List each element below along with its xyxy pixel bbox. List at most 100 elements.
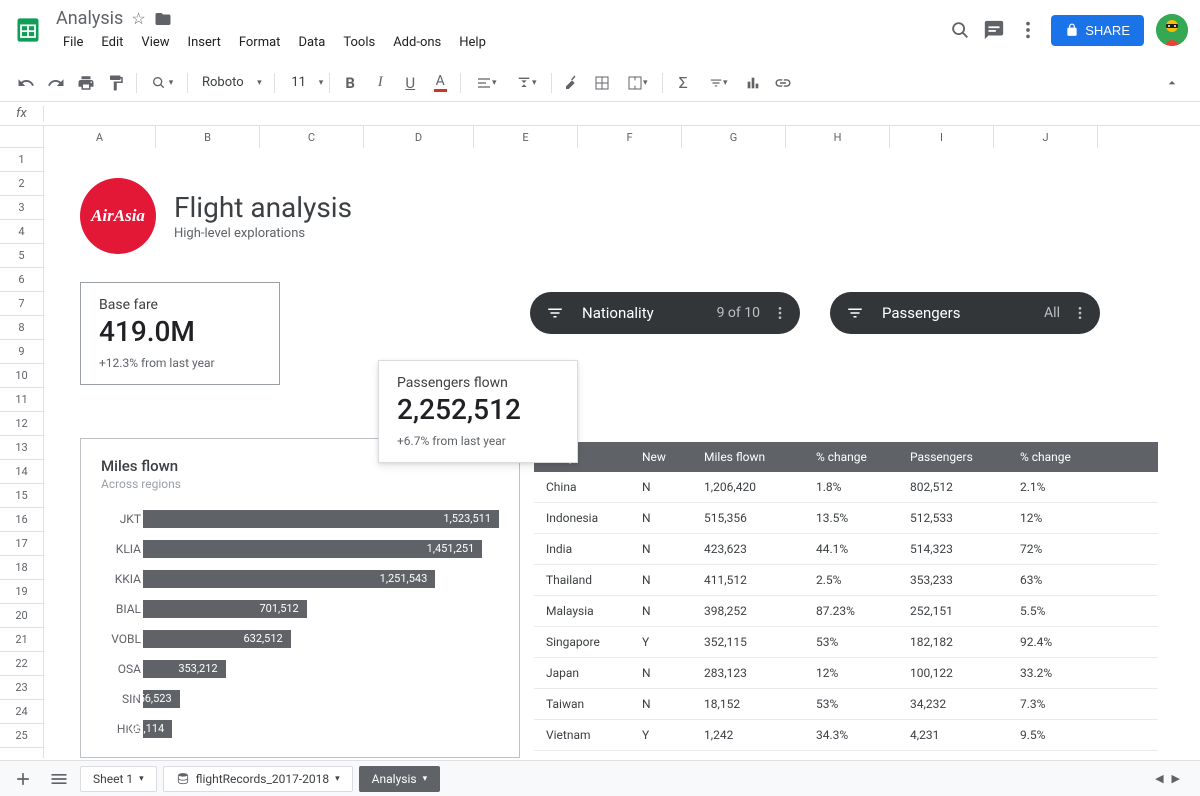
row-header-20[interactable]: 20 bbox=[0, 604, 43, 628]
bar-row: HKG125,114 bbox=[101, 715, 499, 742]
paint-format-button[interactable] bbox=[102, 69, 130, 97]
menu-edit[interactable]: Edit bbox=[94, 31, 130, 54]
valign-button[interactable]: ▾ bbox=[507, 69, 545, 97]
scroll-right-icon[interactable]: ▶ bbox=[1172, 772, 1180, 785]
italic-button[interactable]: I bbox=[366, 69, 394, 97]
row-header-2[interactable]: 2 bbox=[0, 172, 43, 196]
menu-help[interactable]: Help bbox=[452, 31, 493, 54]
sheets-logo[interactable] bbox=[8, 10, 48, 50]
underline-button[interactable]: U bbox=[396, 69, 424, 97]
row-header-25[interactable]: 25 bbox=[0, 724, 43, 748]
redo-button[interactable] bbox=[42, 69, 70, 97]
sheet-tab-analysis[interactable]: Analysis▾ bbox=[359, 766, 440, 792]
chart-subtitle: Across regions bbox=[101, 477, 499, 491]
bar-row: JKT1,523,511 bbox=[101, 505, 499, 532]
row-header-3[interactable]: 3 bbox=[0, 196, 43, 220]
row-header-6[interactable]: 6 bbox=[0, 268, 43, 292]
search-icon[interactable] bbox=[949, 19, 971, 41]
row-header-18[interactable]: 18 bbox=[0, 556, 43, 580]
row-header-19[interactable]: 19 bbox=[0, 580, 43, 604]
sheet-tab-datasource[interactable]: flightRecords_2017-2018▾ bbox=[163, 766, 353, 792]
undo-button[interactable] bbox=[12, 69, 40, 97]
row-header-17[interactable]: 17 bbox=[0, 532, 43, 556]
add-sheet-button[interactable] bbox=[8, 764, 38, 794]
row-header-23[interactable]: 23 bbox=[0, 676, 43, 700]
share-button[interactable]: SHARE bbox=[1051, 15, 1144, 46]
row-header-14[interactable]: 14 bbox=[0, 460, 43, 484]
row-header-21[interactable]: 21 bbox=[0, 628, 43, 652]
bar-row: KKIA1,251,543 bbox=[101, 565, 499, 592]
fill-color-button[interactable] bbox=[558, 69, 586, 97]
star-icon[interactable]: ☆ bbox=[131, 9, 145, 28]
chart-button[interactable] bbox=[739, 69, 767, 97]
all-sheets-button[interactable] bbox=[44, 764, 74, 794]
row-header-1[interactable]: 1 bbox=[0, 148, 43, 172]
more-icon[interactable] bbox=[772, 305, 788, 321]
row-header-9[interactable]: 9 bbox=[0, 340, 43, 364]
more-icon[interactable] bbox=[1017, 19, 1039, 41]
menu-add-ons[interactable]: Add-ons bbox=[386, 31, 448, 54]
bar-row: BIAL701,512 bbox=[101, 595, 499, 622]
align-button[interactable]: ▾ bbox=[467, 69, 505, 97]
row-header-10[interactable]: 10 bbox=[0, 364, 43, 388]
comment-icon[interactable] bbox=[983, 19, 1005, 41]
table-row: IndonesiaN515,35613.5%512,53312% bbox=[534, 503, 1158, 534]
menu-view[interactable]: View bbox=[134, 31, 176, 54]
row-header-13[interactable]: 13 bbox=[0, 436, 43, 460]
table-cell: 92.4% bbox=[1020, 635, 1110, 649]
functions-button[interactable]: Σ bbox=[669, 69, 697, 97]
zoom-dropdown[interactable]: ▾ bbox=[143, 69, 181, 97]
row-header-5[interactable]: 5 bbox=[0, 244, 43, 268]
avatar[interactable] bbox=[1156, 14, 1188, 46]
kpi-passengers-flown[interactable]: Passengers flown 2,252,512 +6.7% from la… bbox=[378, 360, 578, 463]
row-header-7[interactable]: 7 bbox=[0, 292, 43, 316]
text-color-button[interactable]: A bbox=[426, 69, 454, 97]
table-cell: Indonesia bbox=[534, 511, 642, 525]
select-all-corner[interactable] bbox=[0, 126, 44, 148]
font-size-input[interactable]: 11 bbox=[281, 75, 317, 90]
nationality-table: nalityNewMiles flown% changePassengers% … bbox=[534, 442, 1158, 751]
borders-button[interactable] bbox=[588, 69, 616, 97]
menu-tools[interactable]: Tools bbox=[336, 31, 382, 54]
row-header-4[interactable]: 4 bbox=[0, 220, 43, 244]
table-cell: N bbox=[642, 480, 704, 494]
menu-format[interactable]: Format bbox=[232, 31, 288, 54]
bar-row: VOBL632,512 bbox=[101, 625, 499, 652]
row-header-24[interactable]: 24 bbox=[0, 700, 43, 724]
scroll-left-icon[interactable]: ◀ bbox=[1155, 772, 1163, 785]
table-header: Miles flown bbox=[704, 450, 816, 464]
font-selector[interactable]: Roboto bbox=[194, 75, 268, 90]
table-cell: 7.3% bbox=[1020, 697, 1110, 711]
table-cell: Singapore bbox=[534, 635, 642, 649]
kpi-delta: +12.3% from last year bbox=[99, 356, 261, 370]
table-row: IndiaN423,62344.1%514,32372% bbox=[534, 534, 1158, 565]
table-cell: 1,206,420 bbox=[704, 480, 816, 494]
menu-insert[interactable]: Insert bbox=[181, 31, 228, 54]
merge-button[interactable]: ▾ bbox=[618, 69, 656, 97]
row-header-15[interactable]: 15 bbox=[0, 484, 43, 508]
table-cell: N bbox=[642, 573, 704, 587]
row-header-12[interactable]: 12 bbox=[0, 412, 43, 436]
link-button[interactable] bbox=[769, 69, 797, 97]
table-cell: 13.5% bbox=[816, 511, 910, 525]
bold-button[interactable]: B bbox=[336, 69, 364, 97]
row-header-11[interactable]: 11 bbox=[0, 388, 43, 412]
folder-icon[interactable] bbox=[154, 10, 172, 28]
filter-button[interactable]: ▾ bbox=[699, 69, 737, 97]
chip-label: Passengers bbox=[882, 304, 1044, 322]
filter-chip-nationality[interactable]: Nationality9 of 10 bbox=[530, 292, 800, 334]
sheet-tab-sheet1[interactable]: Sheet 1▾ bbox=[80, 766, 157, 792]
collapse-toolbar-button[interactable] bbox=[1156, 75, 1188, 91]
more-icon[interactable] bbox=[1072, 305, 1088, 321]
filter-chip-passengers[interactable]: PassengersAll bbox=[830, 292, 1100, 334]
menu-data[interactable]: Data bbox=[291, 31, 332, 54]
table-cell: 283,123 bbox=[704, 666, 816, 680]
print-button[interactable] bbox=[72, 69, 100, 97]
doc-title[interactable]: Analysis bbox=[56, 8, 123, 29]
table-cell: Japan bbox=[534, 666, 642, 680]
table-cell: 514,323 bbox=[910, 542, 1020, 556]
row-header-22[interactable]: 22 bbox=[0, 652, 43, 676]
menu-file[interactable]: File bbox=[56, 31, 90, 54]
row-header-16[interactable]: 16 bbox=[0, 508, 43, 532]
row-header-8[interactable]: 8 bbox=[0, 316, 43, 340]
